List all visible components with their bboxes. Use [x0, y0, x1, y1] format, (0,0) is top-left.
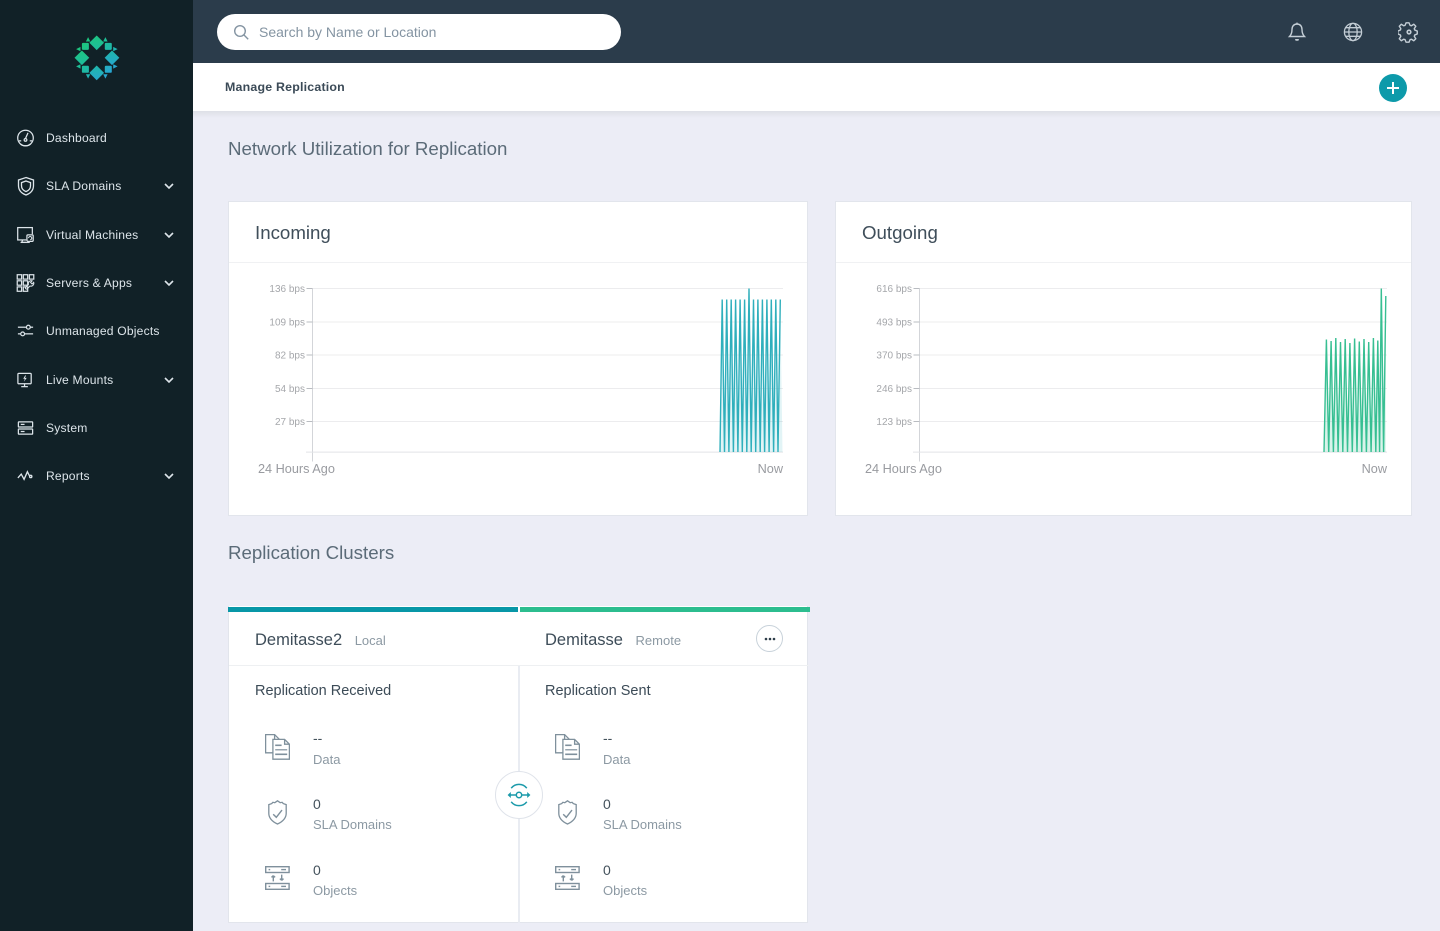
- svg-text:Now: Now: [758, 462, 784, 476]
- svg-text:24 Hours Ago: 24 Hours Ago: [258, 462, 335, 476]
- svg-text:54 bps: 54 bps: [275, 384, 305, 395]
- svg-text:616 bps: 616 bps: [876, 284, 912, 295]
- svg-text:Now: Now: [1362, 462, 1388, 476]
- svg-text:123 bps: 123 bps: [876, 417, 912, 428]
- svg-text:109 bps: 109 bps: [269, 318, 305, 329]
- svg-text:27 bps: 27 bps: [275, 417, 305, 428]
- svg-text:370 bps: 370 bps: [876, 351, 912, 362]
- svg-text:24 Hours Ago: 24 Hours Ago: [865, 462, 942, 476]
- svg-text:82 bps: 82 bps: [275, 351, 305, 362]
- svg-text:246 bps: 246 bps: [876, 384, 912, 395]
- svg-text:493 bps: 493 bps: [876, 318, 912, 329]
- svg-text:136 bps: 136 bps: [269, 284, 305, 295]
